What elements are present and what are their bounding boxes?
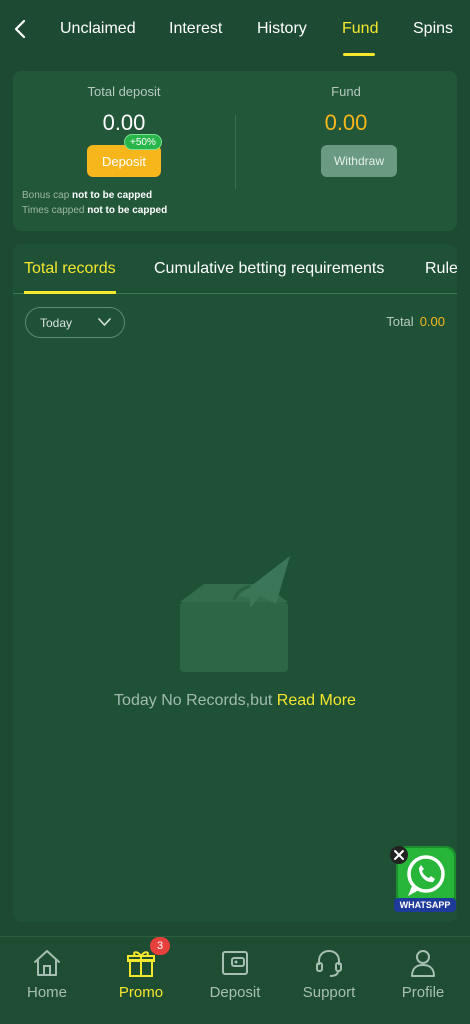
fund-value: 0.00: [324, 110, 368, 135]
bonus-cap-line: Bonus cap not to be capped: [22, 190, 152, 201]
home-icon: [34, 950, 60, 976]
total-deposit-value: 0.00: [102, 110, 146, 135]
total-label: Total: [386, 314, 414, 329]
fund-label: Fund: [331, 84, 361, 99]
tab-spins[interactable]: Spins: [413, 0, 453, 58]
nav-profile-label: Profile: [401, 984, 445, 1001]
total-deposit-label: Total deposit: [87, 84, 161, 99]
nav-promo[interactable]: Promo 3: [94, 937, 188, 1024]
tab-rule[interactable]: Rule: [425, 244, 457, 294]
times-capped-line: Times capped not to be capped: [22, 205, 167, 216]
promo-fund-page: Unclaimed Interest History Fund Spins To…: [0, 0, 470, 1024]
headset-icon: [316, 949, 342, 977]
whatsapp-label: WHATSAPP: [400, 900, 451, 910]
records-total: Total 0.00: [386, 314, 445, 329]
top-tab-bar: Unclaimed Interest History Fund Spins: [0, 0, 470, 58]
chevron-down-icon: [98, 318, 111, 326]
bonus-cap-value: not to be capped: [72, 190, 153, 201]
read-more-link[interactable]: Read More: [277, 692, 356, 709]
date-filter-value: Today: [40, 315, 73, 330]
user-icon: [411, 950, 435, 977]
tab-fund[interactable]: Fund: [342, 0, 378, 58]
fund-section: Fund 0.00 Withdraw: [235, 71, 457, 231]
nav-support-label: Support: [302, 984, 356, 1001]
times-capped-label: Times capped: [22, 205, 85, 216]
bonus-percent-badge: +50%: [124, 134, 162, 150]
tab-cumulative-betting[interactable]: Cumulative betting requirements: [154, 244, 384, 294]
fund-summary-card: Total deposit 0.00 Deposit +50% Fund 0.0…: [13, 71, 457, 231]
empty-text: Today No Records,but: [114, 692, 277, 709]
bonus-cap-label: Bonus cap: [22, 190, 70, 201]
records-panel: Total records Cumulative betting require…: [13, 244, 457, 922]
nav-deposit[interactable]: Deposit: [188, 937, 282, 1024]
times-capped-value: not to be capped: [87, 205, 168, 216]
tab-total-records[interactable]: Total records: [24, 244, 116, 294]
records-tabs: Total records Cumulative betting require…: [13, 244, 457, 294]
nav-home[interactable]: Home: [0, 937, 94, 1024]
withdraw-button[interactable]: Withdraw: [321, 145, 397, 177]
nav-promo-label: Promo: [118, 984, 164, 1001]
empty-state-message: Today No Records,but Read More: [13, 692, 457, 710]
tab-interest[interactable]: Interest: [169, 0, 257, 58]
bottom-navigation: Home Promo 3 Deposit Support Profile: [0, 936, 470, 1024]
nav-support[interactable]: Support: [282, 937, 376, 1024]
nav-deposit-label: Deposit: [209, 984, 261, 1001]
date-filter-select[interactable]: Today: [25, 307, 125, 338]
nav-home-label: Home: [26, 984, 67, 1001]
promo-count-badge: 3: [150, 937, 170, 955]
empty-box-paper-plane-icon: [180, 556, 290, 672]
tab-history[interactable]: History: [257, 0, 342, 58]
tab-unclaimed[interactable]: Unclaimed: [60, 0, 169, 58]
wallet-icon: [222, 951, 248, 975]
whatsapp-icon[interactable]: WHATSAPP: [388, 844, 458, 919]
nav-profile[interactable]: Profile: [376, 937, 470, 1024]
chevron-left-icon[interactable]: [10, 17, 32, 41]
top-tabs: Unclaimed Interest History Fund Spins: [46, 0, 453, 58]
total-value: 0.00: [419, 314, 445, 329]
